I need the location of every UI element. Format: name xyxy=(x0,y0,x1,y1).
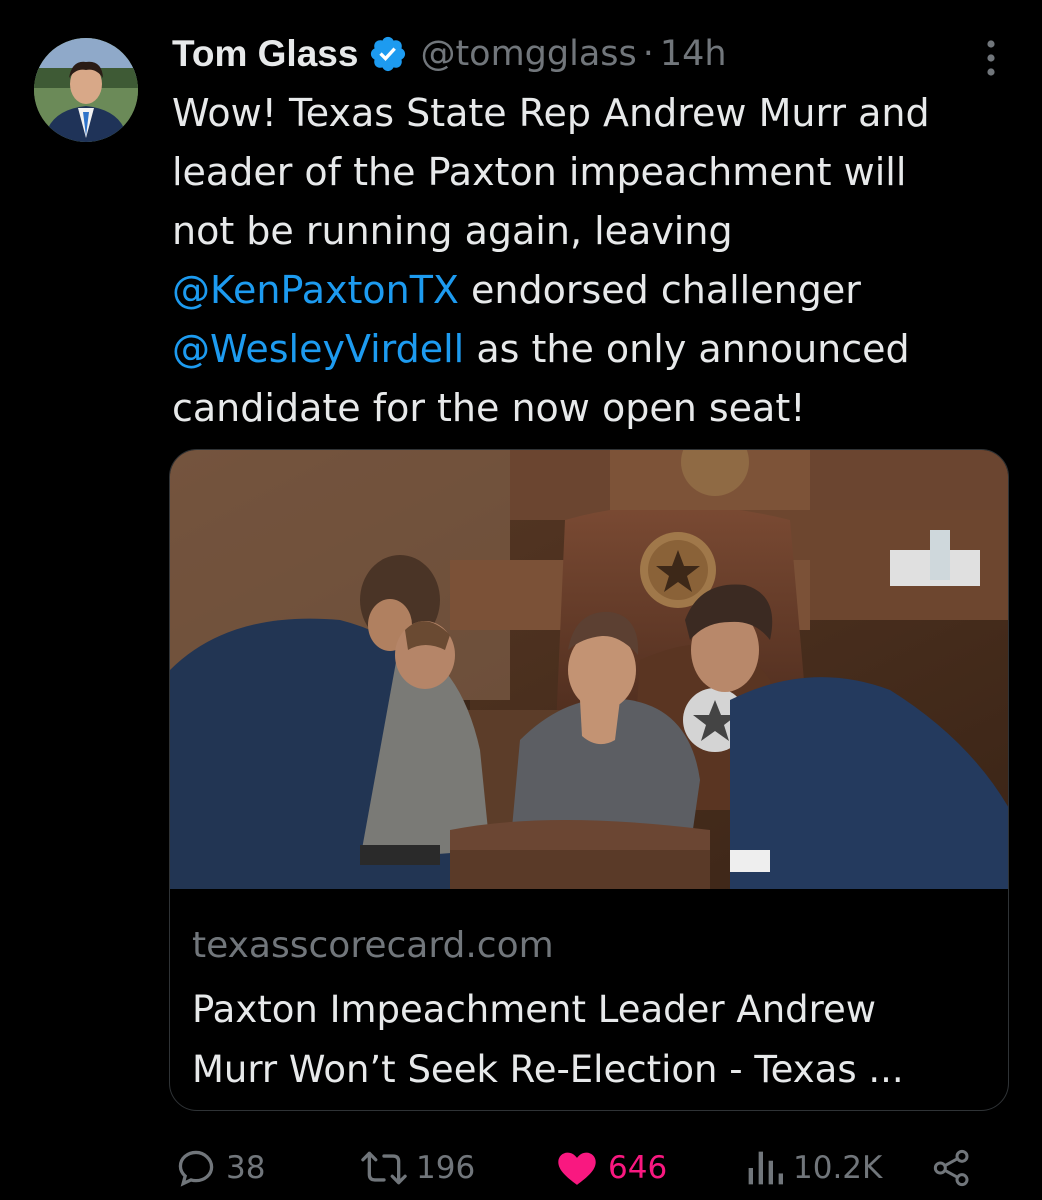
tweet-text-segment: candidate for the now open seat! xyxy=(172,386,806,430)
more-options-icon[interactable] xyxy=(978,38,1004,78)
retweet-icon xyxy=(361,1151,407,1185)
tweet-text-segment: endorsed challenger xyxy=(458,268,861,312)
card-title: Paxton Impeachment Leader Andrew Murr Won… xyxy=(192,980,992,1100)
views-count: 10.2K xyxy=(793,1150,883,1186)
views-button[interactable]: 10.2K xyxy=(745,1140,882,1196)
card-domain: texasscorecard.com xyxy=(192,925,554,966)
like-count: 646 xyxy=(608,1150,668,1186)
tweet-text-line: candidate for the now open seat! xyxy=(172,379,1012,438)
retweet-button[interactable]: 196 xyxy=(360,1140,475,1196)
tweet-text: Wow! Texas State Rep Andrew Murr and lead… xyxy=(172,84,1012,438)
reply-button[interactable]: 38 xyxy=(174,1140,265,1196)
author-name[interactable]: Tom Glass xyxy=(172,33,358,75)
tweet-text-segment: as the only announced xyxy=(464,327,910,371)
tweet-timestamp[interactable]: 14h xyxy=(660,34,727,74)
tweet-text-segment: not be running again, leaving xyxy=(172,209,733,253)
tweet-text-line: leader of the Paxton impeachment will xyxy=(172,143,1012,202)
reply-icon xyxy=(178,1150,214,1187)
views-icon xyxy=(748,1151,783,1185)
avatar-portrait xyxy=(34,38,138,142)
tweet-text-line: @WesleyVirdell as the only announced xyxy=(172,320,1012,379)
mention-link[interactable]: @KenPaxtonTX xyxy=(172,268,459,312)
tweet-text-line: @KenPaxtonTX endorsed challenger xyxy=(172,261,1012,320)
card-title-line: Paxton Impeachment Leader Andrew xyxy=(192,988,877,1031)
tweet-text-segment: Wow! Texas State Rep Andrew Murr and xyxy=(172,91,930,135)
link-preview-card[interactable]: texasscorecard.com Paxton Impeachment Le… xyxy=(169,449,1009,1111)
mention-link[interactable]: @WesleyVirdell xyxy=(172,327,464,371)
verified-badge-icon xyxy=(371,36,406,72)
like-heart-icon xyxy=(558,1152,596,1185)
card-image xyxy=(170,450,1008,889)
tweet-header: Tom Glass @tomgglass · 14h xyxy=(172,30,727,78)
header-separator: · xyxy=(642,34,654,74)
share-icon xyxy=(933,1149,969,1187)
reply-count: 38 xyxy=(226,1150,266,1186)
tweet-text-line: Wow! Texas State Rep Andrew Murr and xyxy=(172,84,1012,143)
share-button[interactable] xyxy=(932,1140,980,1196)
tweet-text-segment: leader of the Paxton impeachment will xyxy=(172,150,907,194)
author-handle[interactable]: @tomgglass xyxy=(420,34,636,74)
like-button[interactable]: 646 xyxy=(554,1140,667,1196)
author-avatar[interactable] xyxy=(34,38,138,142)
retweet-count: 196 xyxy=(416,1150,476,1186)
card-title-line: Murr Won’t Seek Re-Election - Texas ... xyxy=(192,1048,904,1091)
tweet-text-line: not be running again, leaving xyxy=(172,202,1012,261)
